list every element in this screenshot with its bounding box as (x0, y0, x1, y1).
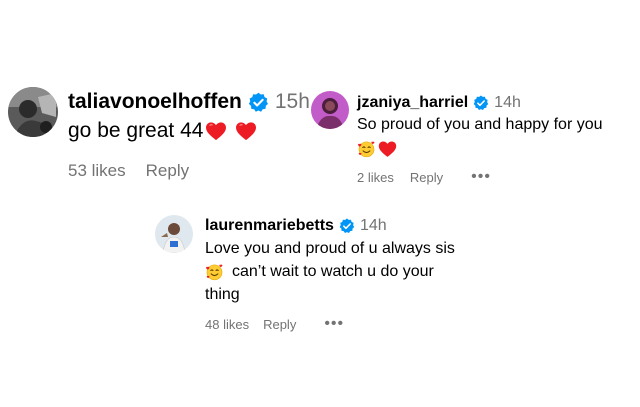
comment-header: laurenmariebetts 14h (205, 215, 387, 237)
comment-header: jzaniya_harriel 14h (357, 92, 521, 114)
more-options-icon[interactable]: ••• (471, 168, 491, 186)
comment-meta: 53 likes Reply (68, 159, 189, 183)
verified-badge-icon (473, 95, 489, 111)
likes-count[interactable]: 2 likes (357, 170, 394, 185)
red-heart-icon (378, 140, 397, 158)
smiling-face-with-hearts-icon (357, 140, 376, 158)
smiling-face-with-hearts-icon (205, 263, 224, 281)
timestamp: 15h (274, 90, 310, 113)
reply-button[interactable]: Reply (263, 317, 296, 332)
avatar[interactable] (8, 87, 58, 137)
red-heart-icon (235, 121, 257, 141)
verified-badge-icon (248, 92, 269, 113)
username[interactable]: taliavonoelhoffen (68, 90, 242, 114)
comment-text-line: can’t wait to watch u do your (232, 263, 434, 280)
avatar[interactable] (311, 91, 349, 129)
reply-button[interactable]: Reply (146, 161, 189, 181)
reply-button[interactable]: Reply (410, 170, 443, 185)
likes-count[interactable]: 53 likes (68, 161, 126, 181)
avatar-photo-icon (155, 215, 193, 253)
comment-text-line: Love you and proud of u always sis (205, 240, 455, 257)
comment-text: go be great 44 (68, 117, 257, 145)
comment-text-line: thing (205, 286, 240, 303)
likes-count[interactable]: 48 likes (205, 317, 249, 332)
avatar-photo-icon (311, 91, 349, 129)
red-heart-icon (205, 121, 227, 141)
more-options-icon[interactable]: ••• (324, 315, 344, 333)
comment-meta: 48 likes Reply ••• (205, 314, 344, 334)
timestamp: 14h (494, 94, 521, 111)
username[interactable]: laurenmariebetts (205, 217, 334, 235)
verified-badge-icon (339, 218, 355, 234)
comment-meta: 2 likes Reply ••• (357, 167, 491, 187)
avatar[interactable] (155, 215, 193, 253)
comment-text-line: So proud of you and happy for you (357, 116, 603, 133)
avatar-photo-icon (8, 87, 58, 137)
comment-text-line: go be great 44 (68, 119, 204, 142)
username[interactable]: jzaniya_harriel (357, 94, 468, 112)
comment-header: taliavonoelhoffen 15h (68, 88, 310, 116)
comment-text: Love you and proud of u always sis can’t… (205, 237, 455, 306)
comment-text: So proud of you and happy for you (357, 114, 603, 158)
timestamp: 14h (359, 217, 387, 234)
